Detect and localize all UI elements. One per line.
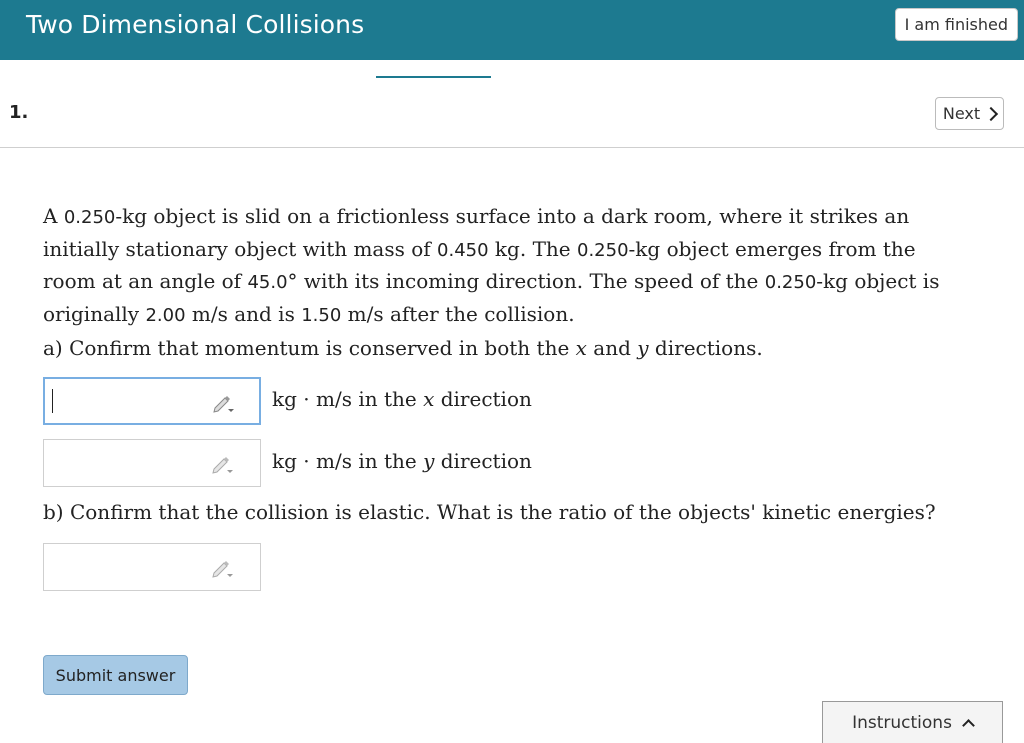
header-bar: Two Dimensional Collisions I am finished bbox=[0, 0, 1024, 60]
pencil-icon[interactable] bbox=[210, 558, 234, 578]
tab-indicator bbox=[376, 76, 491, 78]
instructions-button[interactable]: Instructions bbox=[822, 701, 1003, 743]
chevron-right-icon bbox=[984, 106, 999, 121]
pencil-icon[interactable] bbox=[210, 454, 234, 474]
page-title: Two Dimensional Collisions bbox=[26, 10, 365, 39]
instructions-label: Instructions bbox=[852, 712, 952, 733]
i-am-finished-button[interactable]: I am finished bbox=[894, 8, 1018, 41]
text-cursor bbox=[52, 389, 53, 413]
part-b-prompt: b) Confirm that the collision is elastic… bbox=[43, 500, 936, 524]
pencil-icon[interactable] bbox=[211, 393, 235, 413]
next-button[interactable]: Next bbox=[935, 97, 1004, 130]
question-number: 1. bbox=[9, 102, 29, 123]
chevron-up-icon bbox=[962, 718, 975, 732]
problem-statement: A 0.250-kg object is slid on a frictionl… bbox=[43, 204, 940, 326]
submit-answer-button[interactable]: Submit answer bbox=[43, 655, 188, 695]
section-divider bbox=[0, 147, 1024, 148]
part-a-prompt: a) Confirm that momentum is conserved in… bbox=[43, 336, 763, 360]
answer-input-ratio[interactable] bbox=[43, 543, 261, 591]
unit-label-x: kg · m/s in the x direction bbox=[272, 387, 532, 411]
answer-input-y[interactable] bbox=[43, 439, 261, 487]
answer-input-x[interactable] bbox=[43, 377, 261, 425]
next-button-label: Next bbox=[942, 104, 981, 123]
unit-label-y: kg · m/s in the y direction bbox=[272, 449, 532, 473]
